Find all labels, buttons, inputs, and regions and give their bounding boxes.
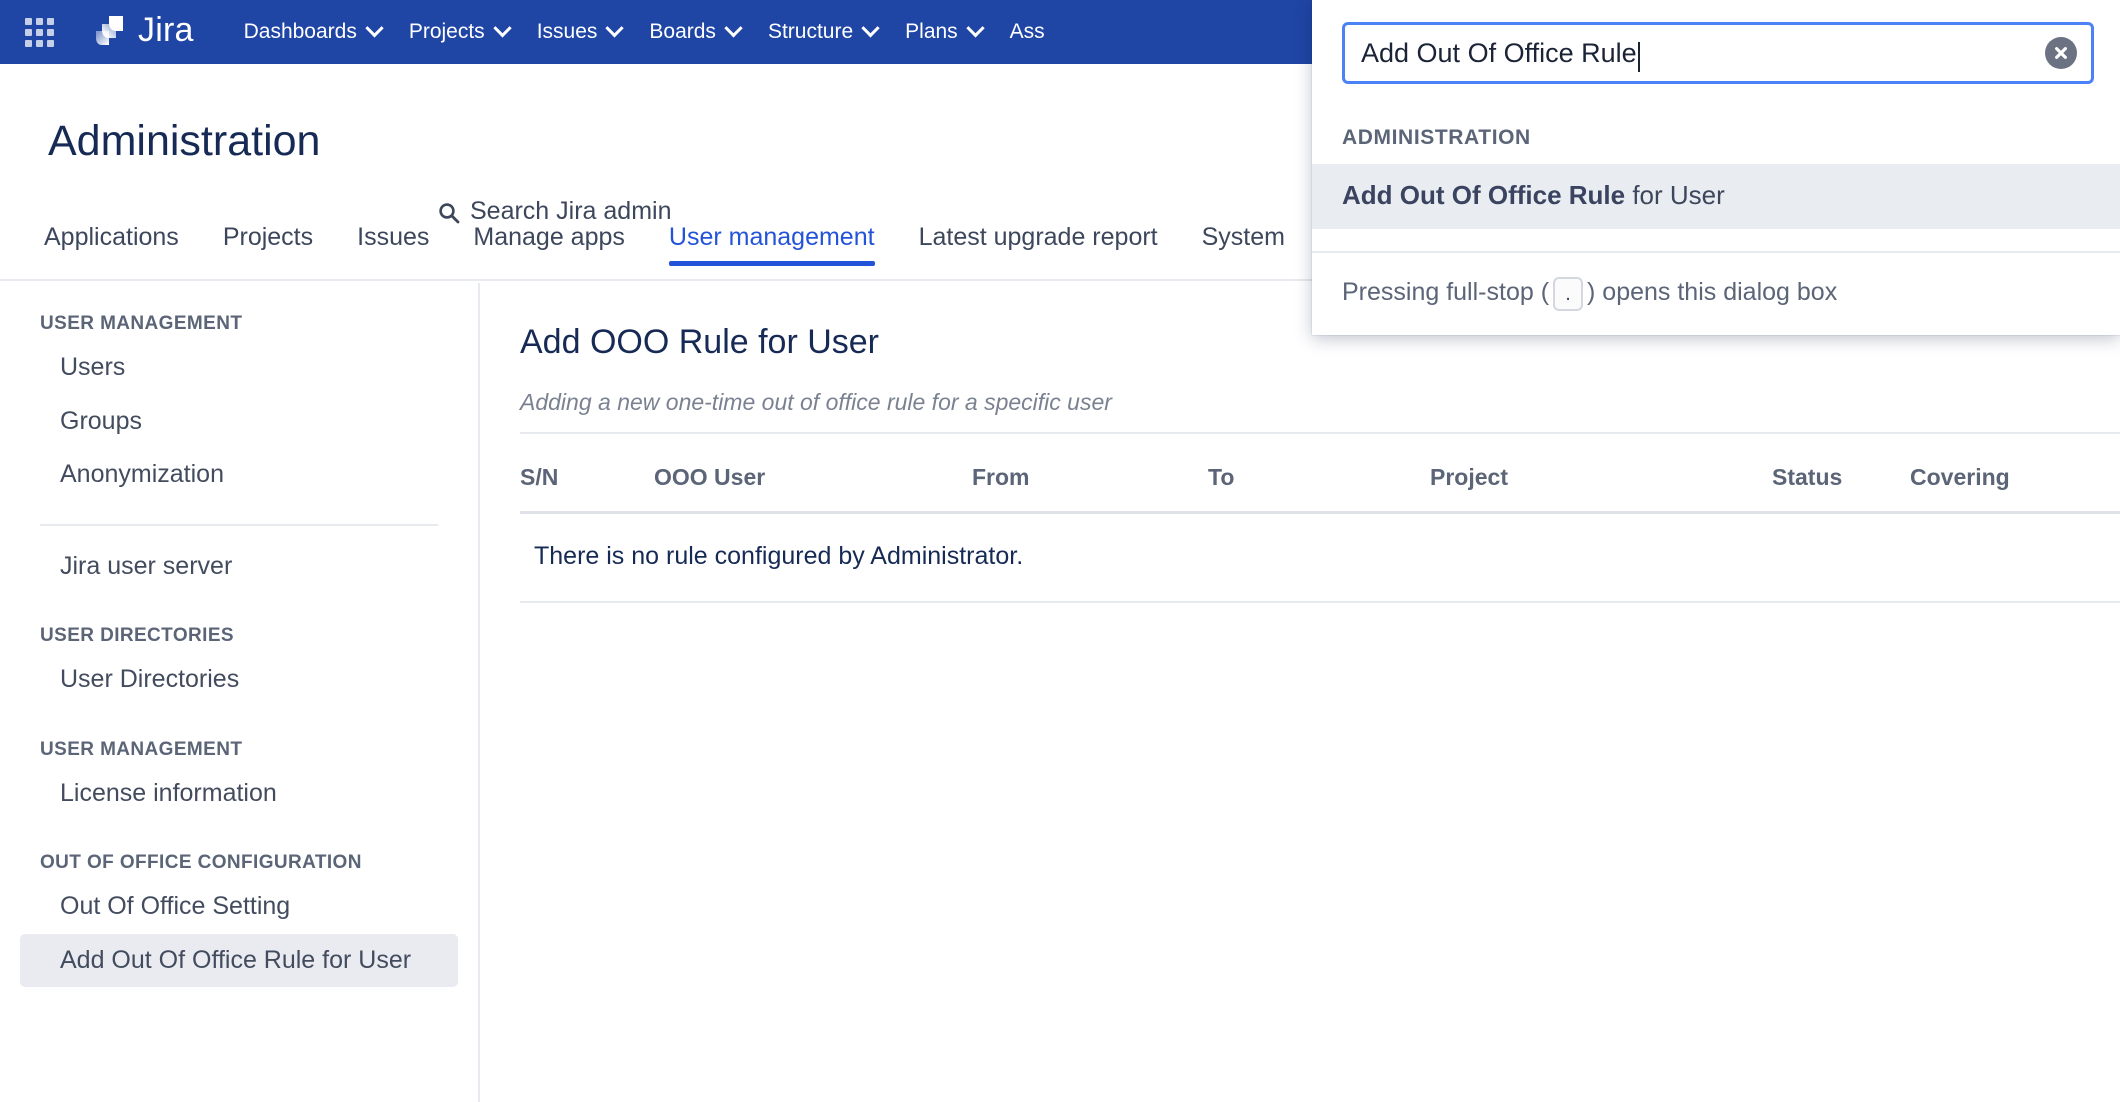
tab-system[interactable]: System <box>1180 225 1307 264</box>
chevron-down-icon <box>605 18 625 37</box>
jira-home-link[interactable]: Jira <box>92 12 194 52</box>
text-caret <box>1637 42 1640 72</box>
tab-manage-apps[interactable]: Manage apps <box>451 225 647 264</box>
jira-logo-icon <box>92 12 132 52</box>
sidebar-heading-user-directories: USER DIRECTORIES <box>40 625 234 646</box>
dialog-hint-suffix: ) opens this dialog box <box>1587 277 1838 306</box>
admin-search-input[interactable]: Add Out Of Office Rule <box>1342 22 2094 84</box>
clear-circle-x-icon[interactable] <box>2045 37 2077 69</box>
sidebar-item-user-directories[interactable]: User Directories <box>20 653 458 707</box>
dialog-search-bar: Add Out Of Office Rule <box>1312 0 2120 104</box>
admin-search-label: Search Jira admin <box>470 197 672 225</box>
nav-item-assets[interactable]: Ass <box>996 0 1059 64</box>
results-section-heading-administration: ADMINISTRATION <box>1342 126 1531 149</box>
sidebar-item-add-out-of-office-rule-for-user[interactable]: Add Out Of Office Rule for User <box>20 933 458 987</box>
sidebar-heading-out-of-office-configuration: OUT OF OFFICE CONFIGURATION <box>40 852 362 873</box>
table-header-row: S/N OOO User From To Project Status Cove… <box>520 434 2120 514</box>
sidebar-item-license-information[interactable]: License information <box>20 767 458 821</box>
column-header-ooo-user[interactable]: OOO User <box>654 434 972 514</box>
sidebar-item-out-of-office-setting[interactable]: Out Of Office Setting <box>20 880 458 934</box>
dialog-results-list: ADMINISTRATION Add Out Of Office Rule fo… <box>1312 104 2120 252</box>
tab-projects[interactable]: Projects <box>201 225 335 264</box>
nav-item-label: Ass <box>1009 20 1045 43</box>
nav-item-boards[interactable]: Boards <box>635 0 754 64</box>
top-nav-items: Dashboards Projects Issues Boards Struct… <box>230 0 1059 64</box>
search-icon <box>438 202 460 224</box>
nav-item-plans[interactable]: Plans <box>891 0 996 64</box>
nav-item-label: Projects <box>408 20 485 43</box>
tab-issues[interactable]: Issues <box>335 225 451 264</box>
chevron-down-icon <box>365 18 384 37</box>
page-title: Administration <box>48 117 321 165</box>
search-result-add-out-of-office-rule-for-user[interactable]: Add Out Of Office Rule for User <box>1312 164 2120 230</box>
chevron-down-icon <box>861 18 880 37</box>
chevron-down-icon <box>724 18 743 37</box>
main-content: Add OOO Rule for User Adding a new one-t… <box>482 283 2120 1102</box>
fullstop-keycap-icon: . <box>1553 277 1584 312</box>
admin-search-dialog: Add Out Of Office Rule ADMINISTRATION Ad… <box>1312 0 2120 336</box>
ooo-rules-table: S/N OOO User From To Project Status Cove… <box>520 434 2120 603</box>
nav-item-label: Issues <box>536 20 598 43</box>
table-head: S/N OOO User From To Project Status Cove… <box>520 434 2120 514</box>
jira-logo-text: Jira <box>138 11 194 49</box>
sidebar-item-users[interactable]: Users <box>20 341 458 395</box>
nav-item-label: Dashboards <box>243 20 357 43</box>
column-header-covering[interactable]: Covering <box>1910 434 2120 514</box>
content-subtitle: Adding a new one-time out of office rule… <box>520 391 2120 434</box>
tab-applications[interactable]: Applications <box>22 225 201 264</box>
tab-user-management[interactable]: User management <box>647 225 897 266</box>
column-header-project[interactable]: Project <box>1430 434 1772 514</box>
admin-search-trigger[interactable]: Search Jira admin <box>438 197 671 226</box>
nav-item-structure[interactable]: Structure <box>754 0 891 64</box>
column-header-from[interactable]: From <box>972 434 1208 514</box>
sidebar-heading-user-management-1: USER MANAGEMENT <box>40 313 243 334</box>
sidebar-divider <box>40 523 438 526</box>
dialog-footer-hint: Pressing full-stop ( . ) opens this dial… <box>1312 251 2120 335</box>
results-spacer <box>1312 229 2120 252</box>
grid-apps-icon[interactable] <box>22 15 56 49</box>
nav-item-issues[interactable]: Issues <box>523 0 636 64</box>
sidebar-item-jira-user-server[interactable]: Jira user server <box>20 540 458 594</box>
sidebar-item-anonymization[interactable]: Anonymization <box>20 448 458 502</box>
nav-item-dashboards[interactable]: Dashboards <box>230 0 395 64</box>
search-result-rest-text: for User <box>1625 180 1725 210</box>
chevron-down-icon <box>965 18 985 37</box>
column-header-to[interactable]: To <box>1208 434 1430 514</box>
table-empty-row: There is no rule configured by Administr… <box>520 512 2120 603</box>
admin-search-input-value: Add Out Of Office Rule <box>1361 37 1637 68</box>
nav-item-label: Boards <box>649 20 716 43</box>
table-body: There is no rule configured by Administr… <box>520 512 2120 603</box>
table-empty-message: There is no rule configured by Administr… <box>520 512 2120 603</box>
column-header-status[interactable]: Status <box>1772 434 1910 514</box>
nav-item-projects[interactable]: Projects <box>395 0 523 64</box>
tab-latest-upgrade-report[interactable]: Latest upgrade report <box>897 225 1180 264</box>
nav-item-label: Plans <box>905 20 958 43</box>
search-result-match-text: Add Out Of Office Rule <box>1342 180 1626 210</box>
sidebar-item-groups[interactable]: Groups <box>20 395 458 449</box>
column-header-sn[interactable]: S/N <box>520 434 654 514</box>
dialog-hint-prefix: Pressing full-stop ( <box>1342 277 1550 306</box>
admin-sidebar: USER MANAGEMENT Users Groups Anonymizati… <box>0 283 480 1102</box>
sidebar-heading-user-management-2: USER MANAGEMENT <box>40 738 243 760</box>
nav-item-label: Structure <box>767 20 854 43</box>
chevron-down-icon <box>492 18 512 37</box>
